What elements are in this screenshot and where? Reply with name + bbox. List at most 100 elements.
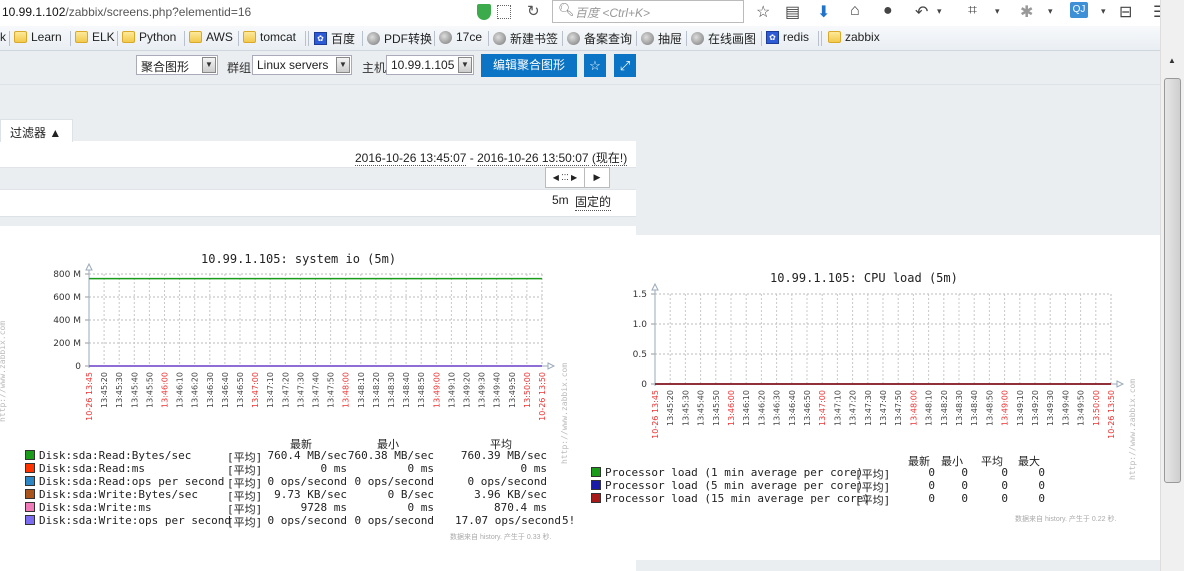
url-field[interactable]: 10.99.1.102/zabbix/screens.php?elementid… xyxy=(2,5,251,19)
x-tick-label: 10-26 13:50 xyxy=(1107,390,1116,439)
dropdown-arrow-icon[interactable]: ▾ xyxy=(1101,6,1106,17)
screen-select-value: 聚合图形 xyxy=(141,60,190,74)
graph-footer: 数据来自 history. 产生于 0.33 秒. xyxy=(450,534,552,541)
bookmark-python[interactable]: Python xyxy=(122,30,176,44)
bug-icon[interactable]: ✱ xyxy=(1020,2,1033,22)
x-tick-label: 13:47:30 xyxy=(296,372,305,408)
host-select[interactable]: 10.99.1.105 ▼ xyxy=(386,55,474,75)
x-tick-label: 10-26 13:45 xyxy=(651,390,660,439)
legend-series-name: Disk:sda:Write:ops per second xyxy=(39,514,232,527)
divider xyxy=(238,31,239,46)
bookmark-label: 17ce xyxy=(456,30,483,44)
bookmark-elk[interactable]: ELK xyxy=(75,30,115,44)
favorite-star-icon[interactable]: ☆ xyxy=(584,54,606,77)
scroll-up-icon[interactable]: ▲ xyxy=(1168,56,1176,65)
now-label[interactable]: (现在!) xyxy=(591,151,628,166)
legend-value: 0 xyxy=(961,479,968,492)
bookmark-baidu[interactable]: ✿ 百度 xyxy=(314,30,355,47)
bookmark-label: 备案查询 xyxy=(584,32,633,46)
dropdown-arrow-icon[interactable]: ▾ xyxy=(995,6,1000,17)
bookmark-chouti[interactable]: 抽屉 xyxy=(641,30,682,47)
dropdown-arrow-icon[interactable]: ▾ xyxy=(937,6,942,17)
fullscreen-icon[interactable]: ⤢ xyxy=(614,54,636,77)
x-tick-label: 13:47:00 xyxy=(251,372,260,408)
divider xyxy=(9,31,10,46)
reload-icon[interactable]: ↻ xyxy=(527,2,540,20)
search-icon: 🔍︎ xyxy=(558,2,575,17)
qr-code-icon[interactable] xyxy=(497,5,511,19)
bookmark-beian[interactable]: 备案查询 xyxy=(567,30,632,47)
legend-series-name: Disk:sda:Write:Bytes/sec xyxy=(39,488,198,501)
legend-swatch xyxy=(591,493,601,503)
y-tick-label: 0 xyxy=(641,380,647,390)
x-tick-label: 13:49:30 xyxy=(478,372,487,408)
bookmarks-overflow[interactable]: k xyxy=(0,30,6,44)
legend-swatch xyxy=(25,450,35,460)
dropdown-arrow-icon[interactable]: ▾ xyxy=(1048,6,1053,17)
address-bar[interactable]: 10.99.1.102/zabbix/screens.php?elementid… xyxy=(0,0,1184,27)
filter-tab[interactable]: 过滤器 ▲ xyxy=(0,119,73,142)
next-period-button[interactable]: ▶ xyxy=(585,168,609,187)
legend-value: 760.4 MB/sec xyxy=(267,449,347,462)
group-select[interactable]: Linux servers ▼ xyxy=(252,55,352,75)
system-io-chart[interactable]: 0 200 M 400 M 600 M 800 M 10-26 13:45 13:45:20… xyxy=(0,226,636,446)
x-tick-label: 13:45:20 xyxy=(666,390,675,426)
y-tick-label: 1.5 xyxy=(633,290,647,300)
search-placeholder: 百度 <Ctrl+K> xyxy=(575,6,651,20)
legend-value: 0 xyxy=(1001,492,1008,505)
crop-icon[interactable]: ⌗ xyxy=(968,2,977,20)
edit-screen-button[interactable]: 编辑聚合图形 xyxy=(481,54,577,77)
x-axis-arrow xyxy=(547,362,556,370)
home-icon[interactable]: ⌂ xyxy=(850,2,860,20)
fixed-toggle[interactable]: 固定的 xyxy=(575,193,612,211)
bookmark-redis[interactable]: ✿ redis xyxy=(766,30,809,44)
train-icon[interactable]: ⊟ xyxy=(1119,2,1132,22)
legend-overflow-text: 5! xyxy=(562,514,576,527)
bookmark-17ce[interactable]: 17ce xyxy=(439,30,482,44)
undo-icon[interactable]: ↶ xyxy=(915,2,928,22)
page-scrollbar[interactable]: ▲ xyxy=(1160,0,1184,571)
y-tick-label: 200 M xyxy=(53,339,81,349)
divider xyxy=(305,31,306,46)
chat-icon[interactable]: ● xyxy=(883,2,893,20)
legend-value: 760.38 MB/sec xyxy=(347,449,434,462)
x-tick-label: 13:48:00 xyxy=(342,372,351,408)
scroll-timeline-button[interactable]: ◀ ⁚⁚⁚ ▶ xyxy=(546,168,585,187)
folder-icon xyxy=(122,31,135,43)
security-shield-icon[interactable] xyxy=(477,4,491,20)
range-separator: - xyxy=(466,151,478,165)
profile-icon[interactable]: QJ xyxy=(1070,2,1088,18)
x-tick-label: 13:45:30 xyxy=(115,372,124,408)
x-tick-label: 13:49:00 xyxy=(1001,390,1010,426)
search-input[interactable]: 🔍︎ 百度 <Ctrl+K> xyxy=(552,0,744,23)
bookmark-new[interactable]: 新建书签 xyxy=(493,30,558,47)
bookmark-zabbix[interactable]: zabbix xyxy=(828,30,880,44)
bookmark-pdf[interactable]: PDF转换 xyxy=(367,30,432,47)
x-tick-label: 13:48:50 xyxy=(985,390,994,426)
legend-series-name: Disk:sda:Read:ms xyxy=(39,462,145,475)
download-icon[interactable]: ⬇ xyxy=(817,2,830,22)
range-to[interactable]: 2016-10-26 13:50:07 xyxy=(477,151,589,166)
cpu-load-chart[interactable]: 0 0.5 1.0 1.5 10-26 13:45 13:45:20 13:45:30 13:… xyxy=(580,235,1170,460)
x-tick-label: 13:50:00 xyxy=(523,372,532,408)
chevron-down-icon: ▼ xyxy=(336,57,350,73)
legend-swatch xyxy=(591,467,601,477)
x-tick-label: 13:46:10 xyxy=(742,390,751,426)
bookmark-tomcat[interactable]: tomcat xyxy=(243,30,296,44)
x-tick-label: 13:47:00 xyxy=(818,390,827,426)
legend-value: 0 xyxy=(1038,492,1045,505)
bookmark-learn[interactable]: Learn xyxy=(14,30,62,44)
x-tick-label: 13:49:00 xyxy=(432,372,441,408)
reading-list-icon[interactable]: ▤ xyxy=(785,2,800,22)
bookmark-aws[interactable]: AWS xyxy=(189,30,233,44)
screen-select[interactable]: 聚合图形 ▼ xyxy=(136,55,218,75)
star-icon[interactable]: ☆ xyxy=(756,2,770,22)
baidu-paw-icon: ✿ xyxy=(766,30,779,44)
range-from[interactable]: 2016-10-26 13:45:07 xyxy=(355,151,467,166)
x-tick-label: 13:47:10 xyxy=(833,390,842,426)
scrollbar-thumb[interactable] xyxy=(1164,78,1181,483)
bookmark-label: Python xyxy=(139,30,177,44)
group-select-value: Linux servers xyxy=(257,58,329,72)
bookmark-draw[interactable]: 在线画图 xyxy=(691,30,756,47)
divider xyxy=(686,31,687,46)
